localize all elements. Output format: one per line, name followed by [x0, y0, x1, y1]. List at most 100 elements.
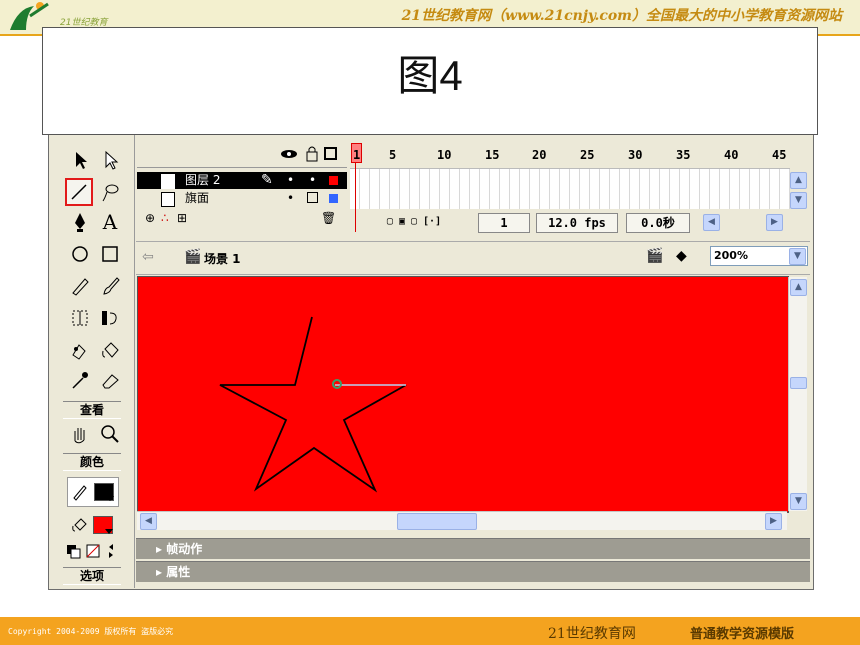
timeline-layer-header	[137, 143, 347, 168]
properties-panel-bar[interactable]: ▸ 属性	[136, 561, 810, 582]
lasso-tool-icon[interactable]	[97, 179, 123, 205]
frame-number[interactable]: 15	[485, 148, 499, 162]
insert-folder-icon[interactable]: ⊞	[177, 210, 187, 227]
footer-template-name: 普通教学资源模版	[690, 627, 795, 642]
frame-number[interactable]: 20	[532, 148, 546, 162]
eyedropper-tool-icon[interactable]	[67, 367, 93, 393]
line-tool-icon[interactable]	[65, 178, 93, 206]
layer-name: 图层 2	[185, 173, 221, 187]
timeline-scroll-down-button[interactable]: ▼	[790, 192, 807, 209]
stage-horizontal-scrollbar[interactable]: ◀ ▶	[137, 511, 787, 530]
current-frame-field: 1	[478, 213, 530, 233]
layer-icon	[161, 174, 175, 189]
layer-row-flag[interactable]: 旗面 •	[137, 190, 347, 207]
rectangle-tool-icon[interactable]	[97, 241, 123, 267]
lock-icon	[306, 146, 318, 162]
scroll-left-button[interactable]: ◀	[703, 214, 720, 231]
scroll-left-button[interactable]: ◀	[140, 513, 157, 530]
elapsed-time-field: 0.0秒	[626, 213, 690, 233]
scene-label[interactable]: 场景 1	[204, 250, 241, 267]
visibility-dot[interactable]: •	[287, 172, 294, 189]
stroke-color-control[interactable]	[67, 477, 119, 507]
oval-tool-icon[interactable]	[67, 241, 93, 267]
color-swap-controls[interactable]	[63, 541, 129, 561]
footer-site-name: 21世纪教育网	[548, 626, 636, 642]
frame-number[interactable]: 1	[353, 148, 360, 162]
scroll-right-button[interactable]: ▶	[766, 214, 783, 231]
brush-tool-icon[interactable]	[97, 273, 123, 299]
pen-tool-icon[interactable]	[67, 209, 93, 235]
eraser-tool-icon[interactable]	[97, 367, 123, 393]
playhead-line	[355, 162, 356, 232]
eye-icon	[281, 150, 297, 158]
actions-panel-label: 帧动作	[166, 542, 203, 556]
back-arrow-icon[interactable]: ⇦	[142, 249, 154, 265]
ink-bottle-tool-icon[interactable]	[67, 337, 93, 363]
stage-drawing	[219, 316, 407, 493]
layer-icon	[161, 192, 175, 207]
footer-copyright: Copyright 2004-2009 版权所有 盗版必究	[8, 627, 174, 636]
star-outline	[219, 316, 407, 493]
chevron-down-icon	[106, 496, 114, 501]
frame-rate-field: 12.0 fps	[536, 213, 618, 233]
lock-dot[interactable]: •	[309, 172, 316, 189]
zoom-tool-icon[interactable]	[97, 421, 123, 447]
expand-arrow-icon: ▸	[156, 542, 167, 556]
scroll-up-button[interactable]: ▲	[790, 279, 807, 296]
horizontal-scroll-thumb[interactable]	[397, 513, 477, 530]
free-transform-tool-icon[interactable]	[67, 305, 93, 331]
fill-color-control[interactable]	[67, 511, 117, 539]
figure-title: 图4	[397, 52, 463, 99]
add-motion-guide-icon[interactable]: ∴	[161, 210, 169, 227]
frame-number[interactable]: 25	[580, 148, 594, 162]
text-tool-icon[interactable]: A	[97, 209, 123, 235]
snap-ring-icon	[332, 379, 342, 389]
layer-row-layer2[interactable]: 图层 2 ✎ • •	[137, 172, 347, 189]
scene-icon: 🎬	[184, 249, 202, 265]
delete-layer-icon[interactable]: 🗑	[321, 210, 336, 227]
actions-panel-bar[interactable]: ▸ 帧动作	[136, 538, 810, 559]
vertical-scroll-thumb[interactable]	[790, 377, 807, 389]
view-section-label: 查看	[63, 401, 121, 419]
layer-name: 旗面	[185, 191, 210, 205]
edit-symbol-icon[interactable]: ◆	[676, 248, 687, 264]
visibility-dot[interactable]: •	[287, 190, 294, 207]
fill-transform-tool-icon[interactable]	[97, 305, 123, 331]
expand-arrow-icon: ▸	[156, 565, 167, 579]
outline-icon	[324, 147, 337, 160]
frame-number[interactable]: 30	[628, 148, 642, 162]
frame-number[interactable]: 10	[437, 148, 451, 162]
chevron-down-icon	[105, 529, 113, 534]
subselect-tool-icon[interactable]	[97, 147, 123, 173]
tools-panel: A 查看 颜色 选项	[49, 135, 135, 588]
timeline-frames-grid[interactable]	[350, 168, 790, 209]
layer-color-swatch[interactable]	[329, 176, 338, 185]
frame-number[interactable]: 35	[676, 148, 690, 162]
stage-canvas[interactable]	[137, 276, 789, 513]
onion-skin-controls[interactable]: ▢ ▣ ▢ [·]	[364, 213, 464, 231]
timeline-scroll-up-button[interactable]: ▲	[790, 172, 807, 189]
scroll-right-button[interactable]: ▶	[765, 513, 782, 530]
lock-icon[interactable]	[307, 192, 318, 203]
arrow-tool-icon[interactable]	[67, 147, 93, 173]
zoom-value: 200%	[714, 249, 748, 262]
properties-panel-label: 属性	[166, 565, 191, 579]
layer-color-swatch[interactable]	[329, 194, 338, 203]
edit-scene-icon[interactable]: 🎬	[646, 248, 663, 264]
hand-tool-icon[interactable]	[67, 421, 93, 447]
frame-number[interactable]: 5	[389, 148, 396, 162]
layer-controls-row: ⊕ ∴ ⊞ 🗑	[137, 210, 347, 227]
zoom-select[interactable]: 200% ▼	[710, 246, 808, 266]
frame-number[interactable]: 40	[724, 148, 738, 162]
frame-number[interactable]: 45	[772, 148, 786, 162]
pencil-tool-icon[interactable]	[67, 273, 93, 299]
scroll-down-button[interactable]: ▼	[790, 493, 807, 510]
chevron-down-icon[interactable]: ▼	[789, 248, 806, 265]
add-layer-icon[interactable]: ⊕	[145, 210, 155, 227]
paint-bucket-tool-icon[interactable]	[97, 337, 123, 363]
colors-section-label: 颜色	[63, 453, 121, 471]
pencil-icon: ✎	[261, 172, 273, 188]
site-banner: 21世纪教育网（www.21cnjy.com）全国最大的中小学教育资源网站	[401, 8, 842, 24]
stage-vertical-scrollbar[interactable]: ▲ ▼	[788, 277, 807, 511]
options-section-label: 选项	[63, 567, 121, 585]
